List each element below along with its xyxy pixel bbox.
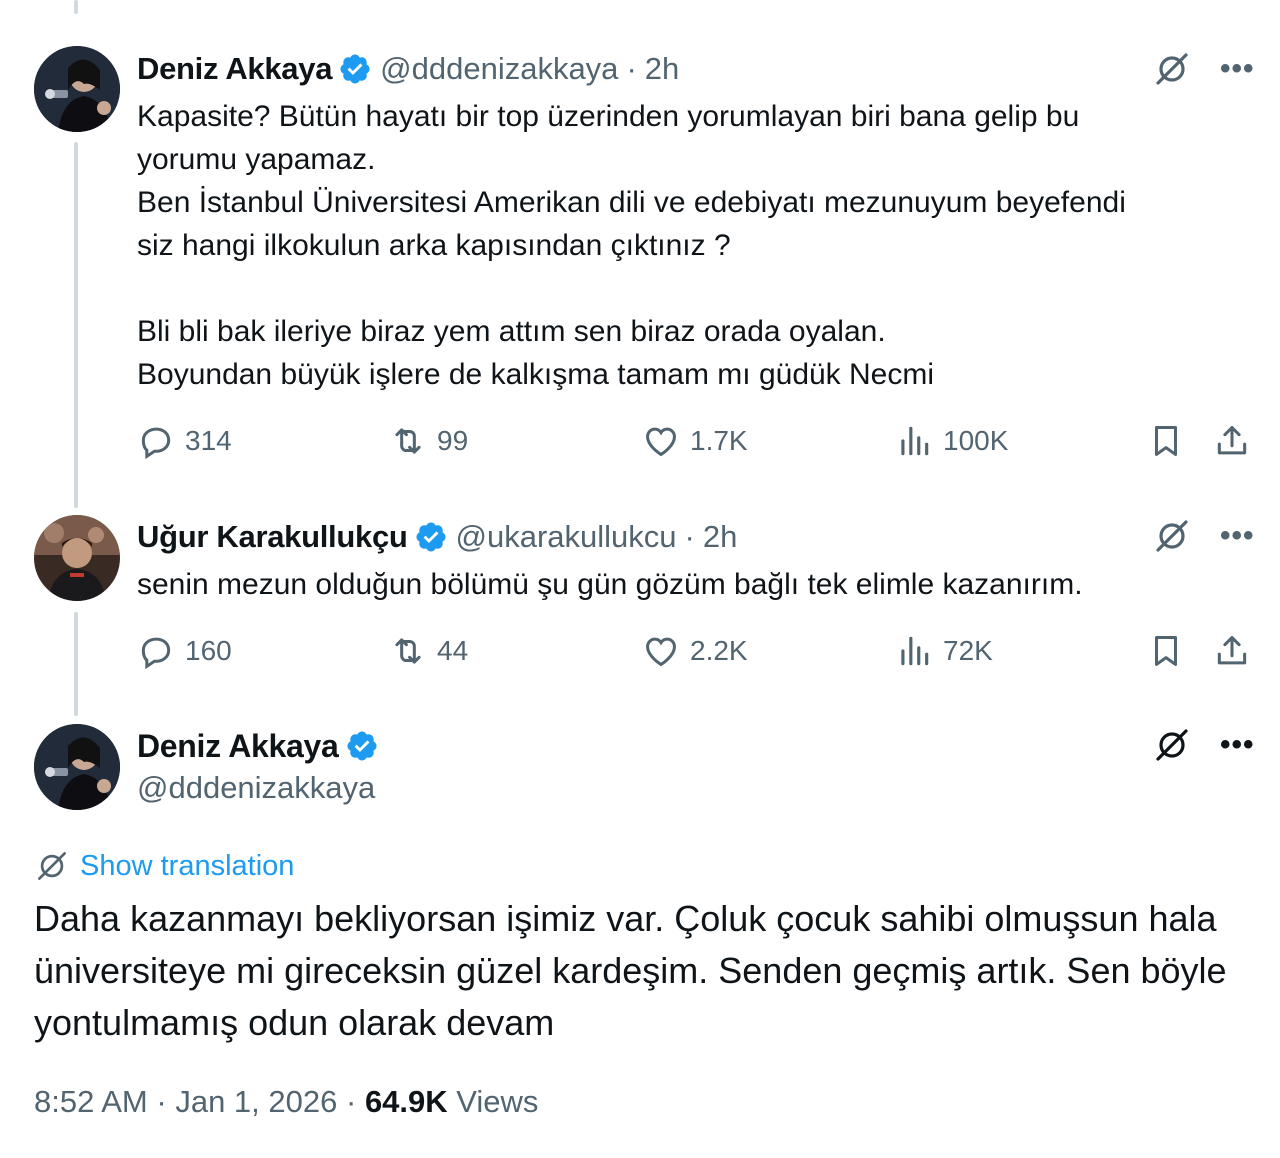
- separator: ·: [345, 1084, 357, 1119]
- thread-line: [74, 612, 78, 716]
- avatar[interactable]: [34, 724, 120, 810]
- reply-icon: [137, 632, 175, 670]
- post-date[interactable]: Jan 1, 2026: [175, 1084, 337, 1119]
- author-name[interactable]: Deniz Akkaya: [137, 728, 339, 765]
- views-count: 64.9K: [364, 1084, 448, 1119]
- post-time[interactable]: 8:52 AM: [34, 1084, 148, 1119]
- reply-count: 314: [185, 425, 232, 456]
- grok-icon[interactable]: [1152, 49, 1192, 89]
- verified-badge-icon: [414, 520, 448, 554]
- tweet-top-icons: •••: [1152, 49, 1255, 89]
- repost-button[interactable]: 99: [389, 422, 468, 460]
- thread-line: [74, 0, 78, 14]
- tweet-text: Kapasite? Bütün hayatı bir top üzerinden…: [137, 100, 1126, 391]
- views-count: 72K: [943, 635, 993, 666]
- views-count: 100K: [943, 425, 1009, 456]
- more-icon[interactable]: •••: [1220, 521, 1255, 551]
- more-icon[interactable]: •••: [1220, 730, 1255, 760]
- grok-icon[interactable]: [1152, 516, 1192, 556]
- author-name[interactable]: Uğur Karakullukçu: [137, 519, 408, 555]
- repost-button[interactable]: 44: [389, 632, 468, 670]
- avatar[interactable]: [34, 46, 120, 132]
- author-handle[interactable]: @dddenizakkaya: [137, 770, 375, 806]
- reply-button[interactable]: 314: [137, 422, 232, 460]
- like-icon: [642, 632, 680, 670]
- timestamp[interactable]: 2h: [645, 51, 679, 87]
- main-tweet-header: Deniz Akkaya: [137, 723, 387, 769]
- author-handle[interactable]: @dddenizakkaya: [380, 51, 618, 87]
- views-button[interactable]: 72K: [895, 632, 993, 670]
- views-icon: [895, 632, 933, 670]
- tweet-top-icons: •••: [1152, 725, 1255, 765]
- verified-badge-icon: [345, 729, 379, 763]
- tweet-header: Deniz Akkaya @dddenizakkaya · 2h: [137, 47, 679, 91]
- share-icon[interactable]: [1213, 422, 1251, 460]
- more-icon[interactable]: •••: [1220, 54, 1255, 84]
- main-tweet-text: Daha kazanmayı bekliyorsan işimiz var. Ç…: [34, 898, 1227, 1043]
- show-translation-link[interactable]: Show translation: [34, 848, 294, 884]
- grok-icon[interactable]: [1152, 725, 1192, 765]
- views-button[interactable]: 100K: [895, 422, 1008, 460]
- tweet-actions: 314 99 1.7K 100K: [137, 422, 1252, 466]
- author-handle[interactable]: @ukarakullukcu: [456, 519, 677, 555]
- reply-icon: [137, 422, 175, 460]
- like-icon: [642, 422, 680, 460]
- views-icon: [895, 422, 933, 460]
- views-label: Views: [456, 1084, 539, 1119]
- like-button[interactable]: 2.2K: [642, 632, 748, 670]
- reply-count: 160: [185, 635, 232, 666]
- tweet-text: senin mezun olduğun bölümü şu gün gözüm …: [137, 568, 1083, 601]
- tweet-header: Uğur Karakullukçu @ukarakullukcu · 2h: [137, 515, 737, 559]
- tweet-actions: 160 44 2.2K 72K: [137, 632, 1252, 676]
- bookmark-icon[interactable]: [1147, 422, 1185, 460]
- author-name[interactable]: Deniz Akkaya: [137, 51, 332, 87]
- bookmark-icon[interactable]: [1147, 632, 1185, 670]
- avatar[interactable]: [34, 515, 120, 601]
- thread-line: [74, 142, 78, 508]
- separator: ·: [156, 1084, 167, 1119]
- separator: ·: [684, 519, 695, 554]
- share-icon[interactable]: [1213, 632, 1251, 670]
- repost-icon: [389, 632, 427, 670]
- repost-count: 99: [437, 425, 469, 456]
- repost-count: 44: [437, 635, 469, 666]
- timestamp[interactable]: 2h: [703, 519, 737, 555]
- like-button[interactable]: 1.7K: [642, 422, 748, 460]
- like-count: 2.2K: [690, 635, 748, 666]
- tweet-top-icons: •••: [1152, 516, 1255, 556]
- translate-icon: [34, 848, 70, 884]
- separator: ·: [626, 51, 637, 86]
- verified-badge-icon: [338, 52, 372, 86]
- show-translation-label[interactable]: Show translation: [80, 850, 294, 883]
- like-count: 1.7K: [690, 425, 748, 456]
- reply-button[interactable]: 160: [137, 632, 232, 670]
- tweet-meta: 8:52 AM · Jan 1, 2026 · 64.9K Views: [34, 1084, 538, 1120]
- repost-icon: [389, 422, 427, 460]
